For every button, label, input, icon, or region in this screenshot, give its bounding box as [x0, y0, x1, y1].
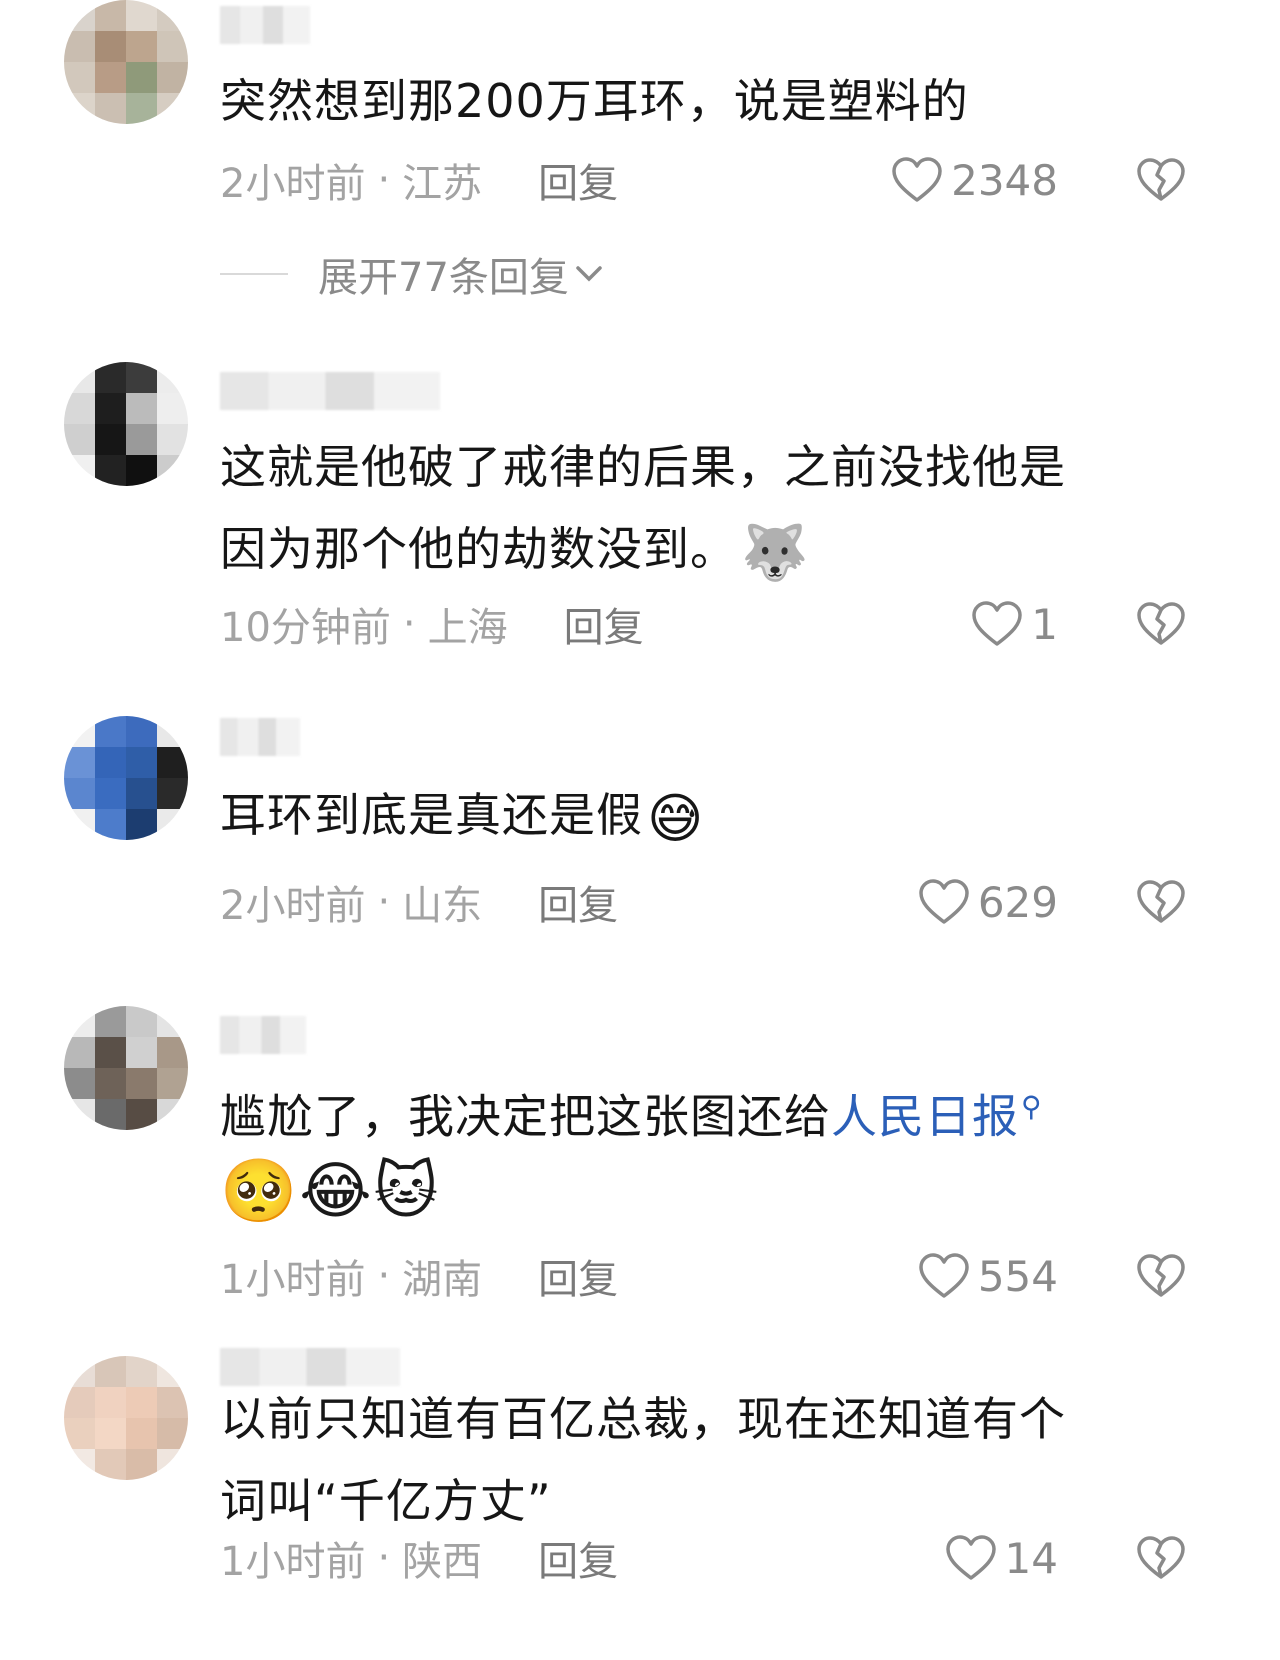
heart-icon: [919, 1253, 969, 1298]
avatar[interactable]: [64, 1006, 188, 1130]
like-count: 1: [1031, 599, 1058, 649]
like-button[interactable]: 629: [918, 874, 1058, 930]
avatar[interactable]: [64, 716, 188, 840]
like-count: 2348: [951, 155, 1058, 205]
comment-meta: 2小时前 · 山东 回复: [220, 874, 618, 930]
comment-text: 尴尬了，我决定把这张图还给人民日报⚲: [220, 1066, 1180, 1157]
broken-heart-icon: [1137, 1254, 1185, 1297]
comment-text: 这就是他破了戒律的后果，之前没找他是 因为那个他的劫数没到。🐺: [220, 426, 1180, 590]
comment-text: 突然想到那200万耳环，说是塑料的: [220, 74, 969, 128]
meta-separator: ·: [377, 1253, 391, 1299]
dislike-button[interactable]: [1136, 1530, 1186, 1586]
topic-link[interactable]: 人民日报: [831, 1089, 1019, 1143]
avatar[interactable]: [64, 1356, 188, 1480]
reply-button[interactable]: 回复: [564, 595, 644, 653]
timestamp: 2小时前: [220, 883, 366, 929]
timestamp: 10分钟前: [220, 605, 391, 651]
username-blurred[interactable]: [220, 372, 440, 410]
meta-separator: ·: [377, 879, 391, 925]
location: 陕西: [402, 1539, 483, 1585]
like-count: 14: [1004, 1533, 1058, 1583]
comment-feed: 突然想到那200万耳环，说是塑料的 2小时前 · 江苏 回复 2348 展开77…: [0, 0, 1280, 1660]
timestamp: 2小时前: [220, 161, 366, 207]
reply-button[interactable]: 回复: [538, 1247, 618, 1305]
chevron-down-icon: [576, 266, 602, 282]
comment-meta: 1小时前 · 陕西 回复: [220, 1530, 618, 1586]
search-icon[interactable]: ⚲: [1021, 1090, 1043, 1123]
reply-button[interactable]: 回复: [538, 151, 618, 209]
broken-heart-icon: [1137, 1536, 1185, 1579]
comment-text-line-content: 因为那个他的劫数没到。: [220, 522, 737, 576]
comment-text-content: 耳环到底是真还是假: [220, 788, 643, 842]
timestamp: 1小时前: [220, 1539, 366, 1585]
comment-text-content: 尴尬了，我决定把这张图还给: [220, 1089, 831, 1144]
comment-meta: 1小时前 · 湖南 回复: [220, 1248, 618, 1304]
meta-separator: ·: [377, 1535, 391, 1581]
like-button[interactable]: 1: [971, 596, 1058, 652]
timestamp: 1小时前: [220, 1257, 366, 1303]
like-button[interactable]: 14: [945, 1530, 1058, 1586]
heart-icon: [972, 601, 1023, 646]
location: 江苏: [402, 161, 483, 207]
grin-sweat-emoji-icon: 😅: [647, 786, 705, 850]
divider-line: [220, 273, 288, 275]
wolf-emoji-icon: 🐺: [741, 520, 810, 584]
avatar[interactable]: [64, 0, 188, 124]
username-blurred[interactable]: [220, 6, 310, 44]
location: 上海: [427, 605, 508, 651]
like-button[interactable]: 554: [918, 1248, 1058, 1304]
comment-text: 耳环到底是真还是假😅: [220, 774, 1180, 856]
broken-heart-icon: [1137, 602, 1185, 645]
like-count: 554: [977, 1251, 1058, 1301]
broken-heart-icon: [1137, 880, 1185, 923]
reply-button[interactable]: 回复: [538, 873, 618, 931]
like-button[interactable]: 2348: [891, 152, 1058, 208]
comment-meta: 10分钟前 · 上海 回复: [220, 596, 644, 652]
comment-text-line: 因为那个他的劫数没到。🐺: [220, 508, 1180, 590]
heart-icon: [892, 157, 942, 202]
expand-replies-button[interactable]: 展开77条回复: [220, 246, 603, 302]
emoji-row: 🥺😂🐱: [220, 1154, 441, 1227]
heart-icon: [945, 1535, 996, 1580]
location: 山东: [402, 883, 483, 929]
comment-text-line: 这就是他破了戒律的后果，之前没找他是: [220, 440, 1066, 494]
comment-text: 以前只知道有百亿总裁，现在还知道有个 词叫“千亿方丈”: [220, 1378, 1180, 1542]
location: 湖南: [402, 1257, 483, 1303]
dislike-button[interactable]: [1136, 1248, 1186, 1304]
dislike-button[interactable]: [1136, 152, 1186, 208]
comment-text-line: 以前只知道有百亿总裁，现在还知道有个: [220, 1392, 1066, 1446]
like-count: 629: [977, 877, 1058, 927]
heart-icon: [919, 879, 969, 924]
avatar[interactable]: [64, 362, 188, 486]
broken-heart-icon: [1137, 158, 1185, 201]
expand-replies-label: 展开77条回复: [318, 255, 569, 301]
meta-separator: ·: [402, 601, 416, 647]
reply-button[interactable]: 回复: [538, 1529, 618, 1587]
username-blurred[interactable]: [220, 1016, 306, 1054]
username-blurred[interactable]: [220, 718, 300, 756]
comment-meta: 2小时前 · 江苏 回复: [220, 152, 618, 208]
dislike-button[interactable]: [1136, 596, 1186, 652]
dislike-button[interactable]: [1136, 874, 1186, 930]
meta-separator: ·: [377, 157, 391, 203]
